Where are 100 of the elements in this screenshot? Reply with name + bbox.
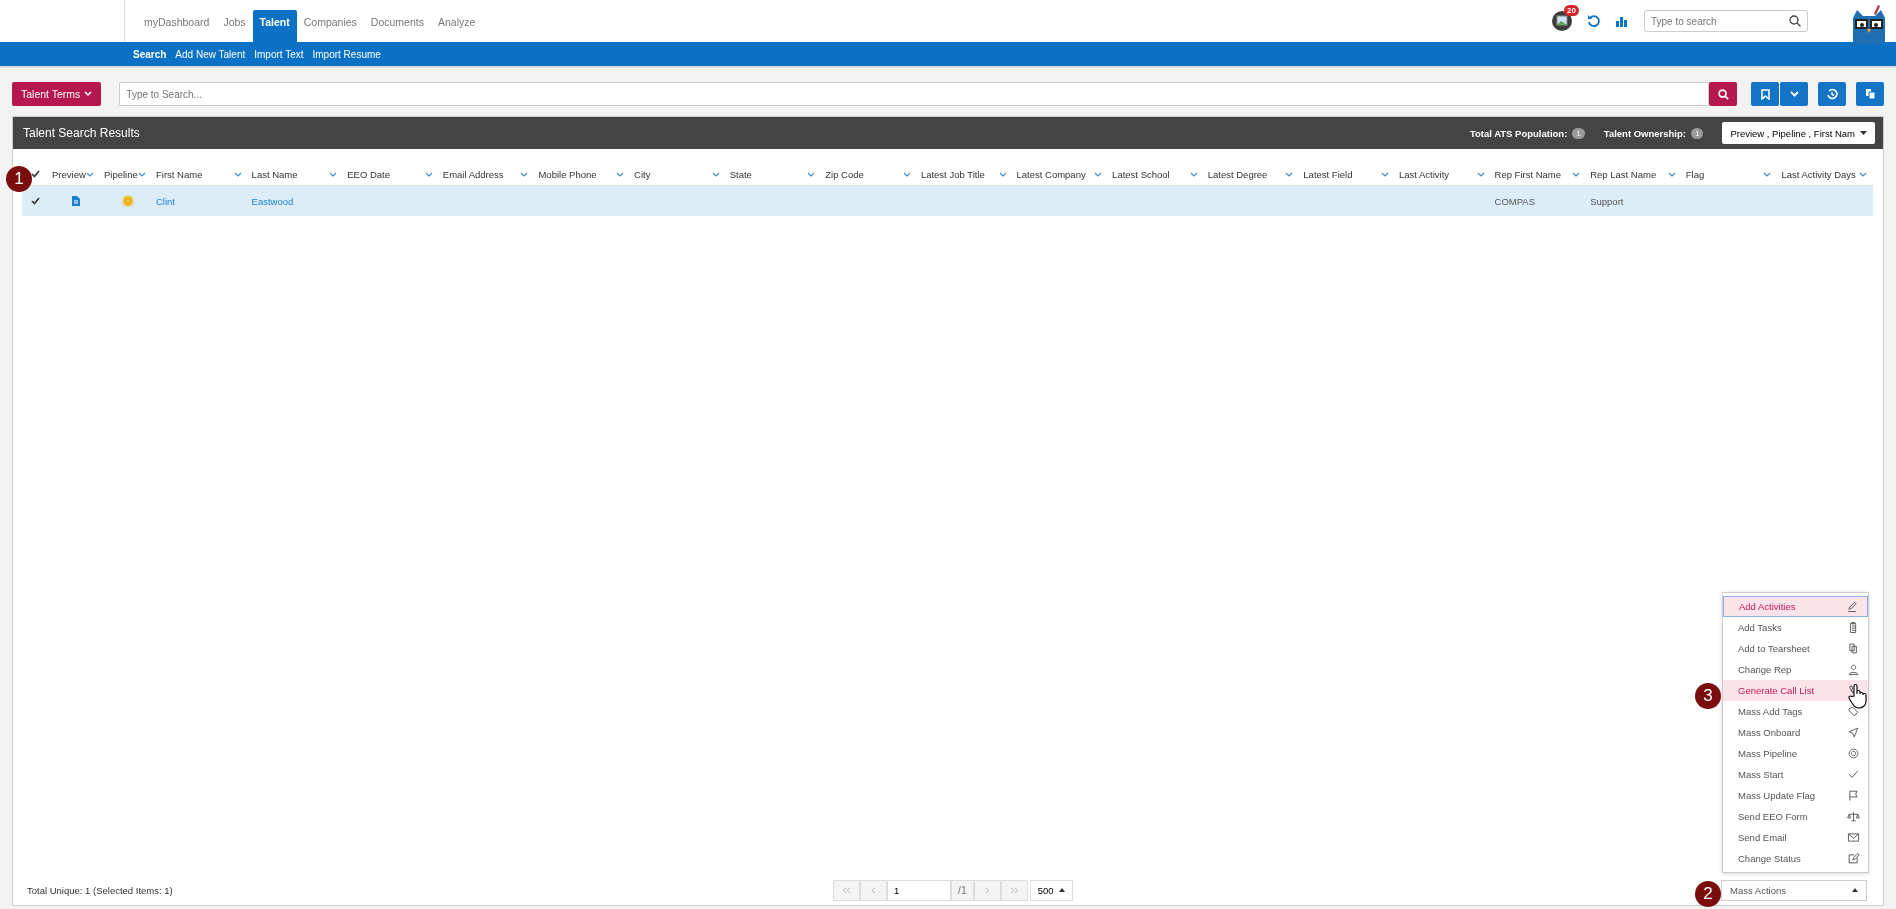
column-header[interactable]: Rep First Name bbox=[1494, 168, 1562, 180]
subnav-link[interactable]: Import Text bbox=[254, 48, 304, 60]
envelope-icon bbox=[1847, 831, 1860, 844]
name-link[interactable]: Eastwood bbox=[251, 195, 294, 207]
column-header[interactable]: Mobile Phone bbox=[538, 168, 597, 180]
column-header[interactable]: Last Name bbox=[251, 168, 298, 180]
page-total: /1 bbox=[951, 879, 974, 901]
name-link[interactable]: Clint bbox=[156, 195, 175, 207]
menu-item[interactable]: Mass Pipeline bbox=[1723, 743, 1868, 764]
column-header[interactable]: EEO Date bbox=[347, 168, 390, 180]
menu-item[interactable]: Change Status bbox=[1723, 848, 1868, 869]
search-icon[interactable] bbox=[1789, 15, 1801, 27]
column-header[interactable]: First Name bbox=[156, 168, 203, 180]
subnav-link[interactable]: Search bbox=[133, 48, 167, 60]
menu-item[interactable]: Change Rep bbox=[1723, 659, 1868, 680]
nav-tab[interactable]: Analyze bbox=[430, 10, 483, 42]
column-header[interactable]: Last Activity bbox=[1398, 168, 1450, 180]
menu-item[interactable]: Mass Onboard bbox=[1723, 722, 1868, 743]
nav-tab[interactable]: myDashboard bbox=[137, 10, 217, 42]
menu-item[interactable]: Add to Tearsheet bbox=[1723, 638, 1868, 659]
search-field[interactable]: Type to Search... bbox=[119, 82, 1709, 106]
caret-icon bbox=[1058, 888, 1065, 892]
chevron-down-icon[interactable] bbox=[902, 171, 911, 177]
chevron-right-icon bbox=[984, 886, 990, 894]
search-button[interactable] bbox=[1709, 82, 1737, 106]
menu-item[interactable]: Generate Call List bbox=[1723, 680, 1868, 701]
column-header[interactable]: Pipeline bbox=[104, 168, 138, 180]
dropdown-button[interactable] bbox=[1780, 82, 1808, 106]
chevron-down-icon[interactable] bbox=[1189, 171, 1198, 177]
chevron-down-icon[interactable] bbox=[1094, 171, 1103, 177]
column-header[interactable]: Flag bbox=[1685, 168, 1705, 180]
chevron-down-icon[interactable] bbox=[1572, 171, 1581, 177]
document-icon[interactable] bbox=[71, 195, 81, 207]
column-header[interactable]: Email Address bbox=[442, 168, 504, 180]
subnav-link[interactable]: Add New Talent bbox=[175, 48, 246, 60]
chevron-down-icon[interactable] bbox=[1763, 171, 1772, 177]
chevron-down-icon[interactable] bbox=[520, 171, 529, 177]
menu-item[interactable]: Mass Update Flag bbox=[1723, 785, 1868, 806]
stat-count: 1 bbox=[1572, 127, 1585, 139]
table-cell: Support bbox=[1590, 195, 1624, 207]
chevron-down-icon[interactable] bbox=[86, 171, 94, 177]
chevron-down-icon[interactable] bbox=[998, 171, 1007, 177]
search-icon bbox=[1717, 88, 1729, 100]
history-icon bbox=[1826, 88, 1838, 100]
chevron-down-icon[interactable] bbox=[807, 171, 816, 177]
menu-item[interactable]: Send Email bbox=[1723, 827, 1868, 848]
column-header[interactable]: Rep Last Name bbox=[1590, 168, 1657, 180]
nav-tab[interactable]: Talent bbox=[252, 10, 297, 42]
checkmark-icon[interactable] bbox=[30, 197, 40, 205]
bookmark-button[interactable] bbox=[1751, 82, 1779, 106]
column-header[interactable]: State bbox=[729, 168, 752, 180]
bookmark-icon bbox=[1760, 88, 1770, 100]
chevron-down-icon[interactable] bbox=[1859, 171, 1867, 177]
mass-actions-dropdown[interactable]: Mass Actions bbox=[1721, 879, 1867, 901]
nav-tab[interactable]: Documents bbox=[363, 10, 431, 42]
chevron-down-icon bbox=[84, 91, 93, 97]
menu-item[interactable]: Add Tasks bbox=[1723, 617, 1868, 638]
column-header[interactable]: Preview bbox=[52, 168, 86, 180]
column-header[interactable]: Zip Code bbox=[825, 168, 864, 180]
column-header[interactable]: City bbox=[634, 168, 651, 180]
chevron-down-icon[interactable] bbox=[233, 171, 242, 177]
menu-item[interactable]: Mass Add Tags bbox=[1723, 701, 1868, 722]
chevron-left-icon bbox=[871, 886, 876, 894]
menu-item[interactable]: Add Activities bbox=[1723, 596, 1868, 617]
talent-terms-button[interactable]: Talent Terms bbox=[12, 82, 102, 106]
chevron-down-icon[interactable] bbox=[138, 171, 146, 177]
chevron-down-icon[interactable] bbox=[1285, 171, 1294, 177]
page-size-dropdown[interactable]: 500 bbox=[1029, 879, 1073, 901]
table-row[interactable]: Clint Eastwood COMPAS Support bbox=[22, 186, 1873, 216]
target-icon bbox=[1847, 747, 1860, 760]
nav-tab[interactable]: Companies bbox=[296, 10, 364, 42]
column-header[interactable]: Last Activity Days bbox=[1781, 168, 1856, 180]
chevron-down-icon[interactable] bbox=[424, 171, 433, 177]
chevron-down-icon[interactable] bbox=[329, 171, 338, 177]
page-field[interactable]: 1 bbox=[887, 879, 951, 901]
chevron-down-icon[interactable] bbox=[1667, 171, 1676, 177]
pipeline-icon[interactable] bbox=[122, 195, 134, 207]
refresh-icon[interactable] bbox=[1587, 14, 1601, 28]
menu-item[interactable]: Send EEO Form bbox=[1723, 806, 1868, 827]
history-button[interactable] bbox=[1818, 82, 1846, 106]
chevron-down-icon[interactable] bbox=[1476, 171, 1485, 177]
column-header[interactable]: Latest School bbox=[1112, 168, 1170, 180]
subnav-link[interactable]: Import Resume bbox=[312, 48, 381, 60]
column-header[interactable]: Latest Degree bbox=[1207, 168, 1268, 180]
bar-chart-icon[interactable] bbox=[1615, 15, 1628, 27]
send-icon bbox=[1847, 726, 1860, 739]
chevron-down-icon[interactable] bbox=[711, 171, 720, 177]
column-header[interactable]: Latest Field bbox=[1303, 168, 1353, 180]
flag-icon bbox=[1847, 789, 1860, 802]
column-header[interactable]: Latest Company bbox=[1016, 168, 1086, 180]
chevron-down-icon[interactable] bbox=[1380, 171, 1389, 177]
nav-tab[interactable]: Jobs bbox=[216, 10, 253, 42]
columns-dropdown[interactable]: Preview , Pipeline , First Nam bbox=[1722, 122, 1875, 144]
checkmark-icon[interactable] bbox=[30, 170, 40, 178]
menu-item[interactable]: Mass Start bbox=[1723, 764, 1868, 785]
chevron-down-icon[interactable] bbox=[616, 171, 625, 177]
copy-button[interactable] bbox=[1856, 82, 1884, 106]
column-header[interactable]: Latest Job Title bbox=[920, 168, 985, 180]
search-field[interactable]: Type to search bbox=[1644, 10, 1808, 32]
copy-icon bbox=[1864, 88, 1876, 100]
